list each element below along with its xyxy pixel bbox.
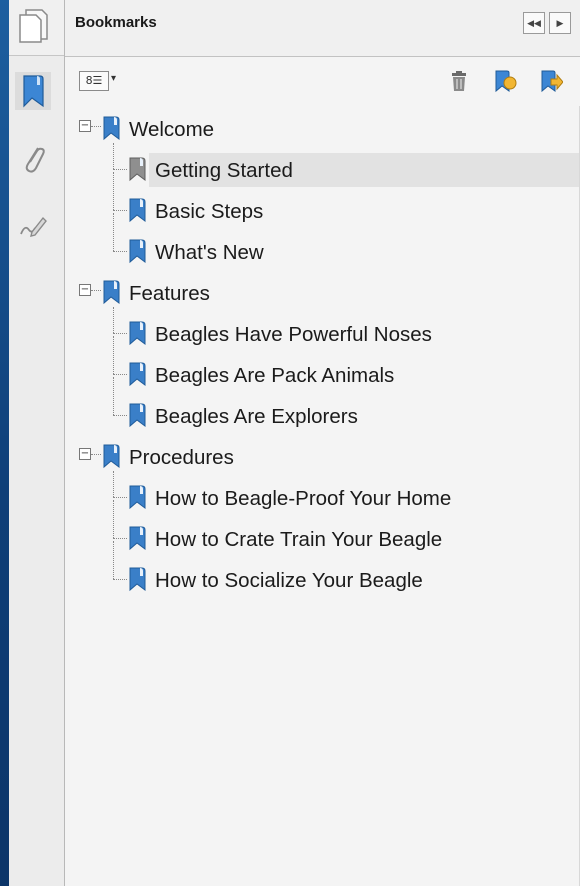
bookmark-child-row[interactable]: How to Crate Train Your Beagle [79, 500, 580, 561]
dropdown-caret-icon[interactable]: ▾ [111, 73, 116, 84]
tree-connector [91, 454, 101, 455]
bookmark-icon [127, 197, 149, 223]
expand-bookmark-icon [541, 70, 564, 93]
new-bookmark-icon [495, 70, 517, 93]
tree-connector [113, 143, 114, 169]
tree-connector [91, 290, 101, 291]
tree-connector [113, 541, 114, 579]
tree-connector [113, 172, 114, 210]
bookmark-label[interactable]: How to Socialize Your Beagle [155, 569, 423, 593]
tree-connector [113, 169, 127, 170]
bookmark-icon [127, 238, 149, 264]
tree-connector [113, 210, 127, 211]
bookmark-tree: − Welcome Getting Started Basic Steps What's… [79, 110, 580, 602]
bookmark-child-row[interactable]: Getting Started [79, 143, 580, 192]
options-menu-button[interactable]: 8☰ [79, 71, 109, 91]
bookmark-child-row[interactable]: Beagles Are Pack Animals [79, 336, 580, 397]
bookmarks-panel: Bookmarks ◀◀ ▶ 8☰ ▾ − Welcome Getting St… [65, 0, 580, 886]
bookmarks-toolbar: 8☰ ▾ [65, 57, 580, 107]
bookmark-icon [127, 566, 149, 592]
panel-header: Bookmarks ◀◀ ▶ [65, 0, 580, 57]
expand-bookmark-button[interactable] [539, 69, 564, 93]
bookmark-label[interactable]: Beagles Have Powerful Noses [155, 323, 432, 347]
bookmark-label[interactable]: What's New [155, 241, 264, 265]
tree-connector [113, 307, 114, 333]
bookmark-parent-row[interactable]: − Features [79, 274, 580, 315]
bookmark-child-row[interactable]: How to Beagle-Proof Your Home [79, 471, 580, 520]
tree-connector [113, 471, 114, 497]
signatures-tab[interactable] [15, 208, 51, 246]
tree-connector [113, 497, 127, 498]
bookmark-icon [127, 320, 149, 346]
double-chevron-left-icon: ◀◀ [527, 19, 541, 29]
tree-connector [113, 213, 114, 251]
delete-bookmark-button[interactable] [447, 69, 471, 93]
bookmark-parent-row[interactable]: − Procedures [79, 438, 580, 479]
bookmark-label[interactable]: How to Crate Train Your Beagle [155, 528, 442, 552]
collapse-panel-button[interactable]: ◀◀ [523, 12, 545, 34]
bookmark-icon [127, 525, 149, 551]
bookmark-icon [101, 115, 123, 141]
tree-connector [113, 333, 127, 334]
bookmark-label[interactable]: Beagles Are Explorers [155, 405, 358, 429]
new-bookmark-button[interactable] [493, 69, 517, 93]
tree-connector [113, 500, 114, 538]
page-thumbnails-icon [19, 9, 48, 43]
tree-connector [113, 579, 127, 580]
bookmark-label[interactable]: Getting Started [155, 159, 293, 183]
bookmark-child-row[interactable]: Basic Steps [79, 172, 580, 233]
navigation-rail [9, 0, 65, 886]
bookmark-icon [127, 484, 149, 510]
bookmark-icon [127, 361, 149, 387]
bookmarks-tab[interactable] [15, 72, 51, 110]
bookmark-child-row[interactable]: How to Socialize Your Beagle [79, 541, 580, 602]
tree-connector [113, 538, 127, 539]
bookmark-icon [127, 156, 149, 182]
trash-icon [452, 71, 466, 91]
page-thumbnails-tab[interactable] [9, 0, 64, 56]
collapse-toggle-icon[interactable]: − [79, 120, 91, 132]
attachments-tab[interactable] [15, 140, 51, 178]
bookmarks-icon [23, 75, 44, 108]
bookmark-icon [101, 279, 123, 305]
acrobat-navigation-pane: Bookmarks ◀◀ ▶ 8☰ ▾ − Welcome Getting St… [9, 0, 580, 886]
tree-connector [113, 374, 127, 375]
expand-panel-button[interactable]: ▶ [549, 12, 571, 34]
attachments-icon [25, 147, 45, 173]
chevron-right-icon: ▶ [556, 19, 564, 29]
tree-connector [113, 415, 127, 416]
bookmark-label[interactable]: Basic Steps [155, 200, 263, 224]
signatures-icon [20, 216, 47, 237]
bookmark-child-row[interactable]: Beagles Have Powerful Noses [79, 307, 580, 356]
bookmark-parent-row[interactable]: − Welcome [79, 110, 580, 151]
bookmark-label[interactable]: How to Beagle-Proof Your Home [155, 487, 451, 511]
tree-connector [113, 251, 127, 252]
tree-connector [113, 377, 114, 415]
tree-connector [91, 126, 101, 127]
bookmark-icon [101, 443, 123, 469]
panel-title: Bookmarks [75, 14, 157, 31]
options-icon: 8☰ [85, 74, 103, 87]
bookmark-label[interactable]: Beagles Are Pack Animals [155, 364, 394, 388]
tree-connector [113, 336, 114, 374]
bookmark-label[interactable]: Procedures [129, 446, 234, 470]
bookmark-child-row[interactable]: Beagles Are Explorers [79, 377, 580, 438]
bookmark-label[interactable]: Welcome [129, 118, 214, 142]
bookmark-child-row[interactable]: What's New [79, 213, 580, 274]
bookmark-label[interactable]: Features [129, 282, 210, 306]
bookmark-icon [127, 402, 149, 428]
collapse-toggle-icon[interactable]: − [79, 448, 91, 460]
collapse-toggle-icon[interactable]: − [79, 284, 91, 296]
